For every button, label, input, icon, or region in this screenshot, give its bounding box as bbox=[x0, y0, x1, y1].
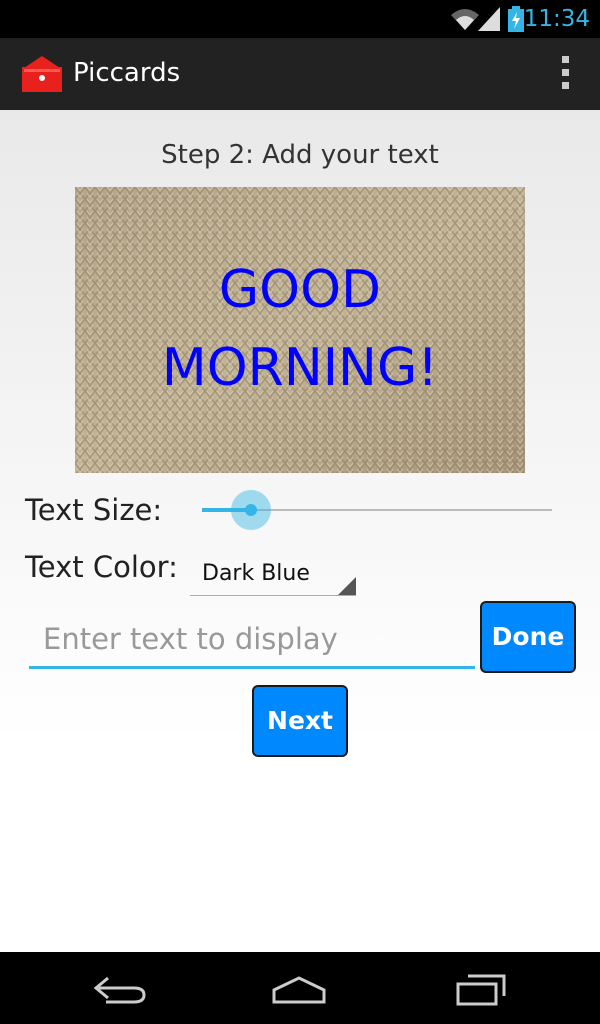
action-bar: Piccards bbox=[0, 38, 600, 112]
back-icon[interactable] bbox=[92, 972, 148, 1008]
status-bar: 11:34 bbox=[0, 0, 600, 38]
text-color-spinner[interactable]: Dark Blue bbox=[190, 555, 356, 596]
battery-icon bbox=[508, 6, 524, 32]
navigation-bar bbox=[0, 952, 600, 1024]
text-size-slider[interactable] bbox=[202, 490, 552, 530]
app-title: Piccards bbox=[73, 58, 181, 88]
done-button[interactable]: Done bbox=[480, 601, 576, 673]
card-message: GOOD MORNING! bbox=[161, 260, 439, 398]
text-color-value: Dark Blue bbox=[202, 561, 310, 586]
app-logo-icon[interactable] bbox=[20, 50, 64, 94]
overflow-menu-icon[interactable] bbox=[560, 56, 570, 92]
next-button[interactable]: Next bbox=[252, 685, 348, 757]
text-input[interactable]: Enter text to display bbox=[29, 618, 475, 669]
card-preview: GOOD MORNING! bbox=[75, 187, 525, 473]
text-color-label: Text Color: bbox=[25, 550, 178, 584]
main-content: Step 2: Add your text GOOD MORNING! Text… bbox=[0, 110, 600, 952]
text-size-label: Text Size: bbox=[25, 493, 163, 527]
slider-thumb[interactable] bbox=[245, 504, 257, 516]
signal-icon bbox=[478, 7, 500, 31]
step-title: Step 2: Add your text bbox=[161, 140, 439, 170]
home-icon[interactable] bbox=[270, 972, 328, 1008]
status-time: 11:34 bbox=[523, 6, 590, 32]
dropdown-arrow-icon bbox=[338, 577, 356, 595]
recent-apps-icon[interactable] bbox=[454, 972, 508, 1008]
text-input-placeholder: Enter text to display bbox=[43, 622, 338, 656]
wifi-icon bbox=[451, 9, 479, 30]
